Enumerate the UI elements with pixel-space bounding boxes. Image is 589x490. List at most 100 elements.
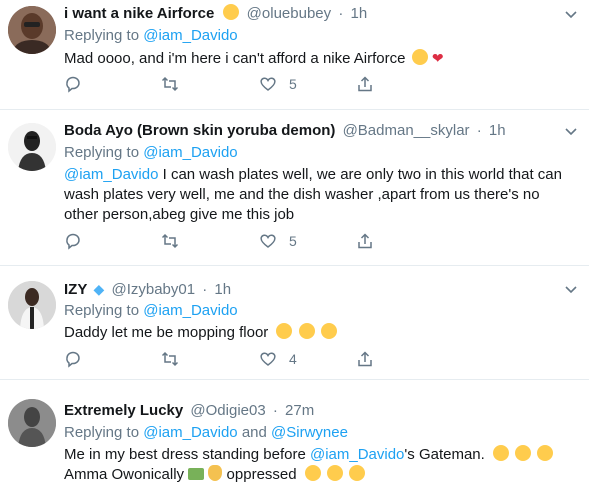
reply-icon xyxy=(66,351,80,368)
mention-link[interactable]: @iam_Davido xyxy=(143,144,237,161)
tweet[interactable]: i want a nike Airforce @oluebubey · 1h R… xyxy=(0,0,589,110)
chevron-down-icon[interactable] xyxy=(563,281,579,297)
replying-to: Replying to @iam_Davido and @Sirwynee xyxy=(64,423,579,443)
display-name[interactable]: Extremely Lucky xyxy=(64,402,183,419)
replying-prefix: Replying to xyxy=(64,424,140,441)
user-handle[interactable]: @Odigie03 xyxy=(190,402,265,419)
crying-face-emoji xyxy=(349,465,366,481)
timestamp[interactable]: 1h xyxy=(489,122,506,139)
mention-link[interactable]: @iam_Davido xyxy=(143,27,237,44)
timestamp[interactable]: 1h xyxy=(350,5,367,22)
like-count: 5 xyxy=(289,233,297,249)
retweet-icon xyxy=(161,351,179,367)
reply-button[interactable] xyxy=(64,74,82,94)
tweet[interactable]: IZY ◆ @Izybaby01 · 1h Replying to @iam_D… xyxy=(0,267,589,380)
like-button[interactable]: 4 xyxy=(259,349,297,369)
retweet-button[interactable] xyxy=(161,349,179,369)
smiling-face-emoji xyxy=(515,445,532,461)
heart-icon xyxy=(260,77,276,91)
crying-face-emoji xyxy=(320,323,337,339)
tweet-body: Amma Owonically xyxy=(64,466,185,483)
tweet-body: 's Gateman. xyxy=(404,446,485,463)
tweet-body: Me in my best dress standing before xyxy=(64,446,310,463)
reply-button[interactable] xyxy=(64,231,82,251)
tweet[interactable]: Boda Ayo (Brown skin yoruba demon) @Badm… xyxy=(0,111,589,266)
tweet-body: Daddy let me be mopping floor xyxy=(64,324,269,341)
chevron-down-icon[interactable] xyxy=(563,6,579,22)
tweet-text: Daddy let me be mopping floor xyxy=(64,323,579,343)
user-handle[interactable]: @oluebubey xyxy=(247,5,331,22)
mention-link[interactable]: @iam_Davido xyxy=(143,302,237,319)
share-icon xyxy=(358,233,372,249)
timestamp[interactable]: 27m xyxy=(285,402,314,419)
retweet-button[interactable] xyxy=(161,74,179,94)
tweet-header: Boda Ayo (Brown skin yoruba demon) @Badm… xyxy=(64,121,579,141)
avatar[interactable] xyxy=(8,123,56,171)
confounded-face-emoji xyxy=(304,465,321,481)
replying-to: Replying to @iam_Davido xyxy=(64,301,579,321)
reply-button[interactable] xyxy=(64,349,82,369)
display-name[interactable]: i want a nike Airforce xyxy=(64,5,214,22)
like-count: 4 xyxy=(289,351,297,367)
laughing-face-emoji xyxy=(537,445,554,461)
avatar[interactable] xyxy=(8,6,56,54)
timestamp[interactable]: 1h xyxy=(214,281,231,298)
like-count: 5 xyxy=(289,76,297,92)
chevron-down-icon[interactable] xyxy=(563,123,579,139)
share-button[interactable] xyxy=(356,74,374,94)
upside-down-face-emoji xyxy=(326,465,343,481)
grinning-face-emoji xyxy=(492,445,509,461)
retweet-icon xyxy=(161,76,179,92)
tweet[interactable]: Extremely Lucky @Odigie03 · 27m Replying… xyxy=(0,381,589,490)
user-handle[interactable]: @Izybaby01 xyxy=(111,281,195,298)
reply-icon xyxy=(66,233,80,250)
retweet-icon xyxy=(161,233,179,249)
avatar[interactable] xyxy=(8,281,56,329)
share-button[interactable] xyxy=(356,231,374,251)
money-bag-icon xyxy=(208,465,223,481)
replying-to: Replying to @iam_Davido xyxy=(64,143,579,163)
tweet-header: i want a nike Airforce @oluebubey · 1h xyxy=(64,4,579,24)
replying-prefix: Replying to xyxy=(64,27,140,44)
replying-prefix: Replying to xyxy=(64,144,140,161)
crying-face-emoji xyxy=(298,323,315,339)
user-handle[interactable]: @Badman__skylar xyxy=(343,122,470,139)
like-button[interactable]: 5 xyxy=(259,74,297,94)
heart-icon xyxy=(260,352,276,366)
separator: · xyxy=(338,5,344,22)
reply-feed: i want a nike Airforce @oluebubey · 1h R… xyxy=(0,0,589,490)
tweet-body: oppressed xyxy=(222,466,297,483)
display-name[interactable]: Boda Ayo (Brown skin yoruba demon) xyxy=(64,122,335,139)
mention-link[interactable]: @iam_Davido xyxy=(310,446,404,463)
separator: · xyxy=(202,281,208,298)
mention-link[interactable]: @iam_Davido xyxy=(64,166,158,183)
separator: · xyxy=(476,122,482,139)
tweet-text: Mad oooo, and i'm here i can't afford a … xyxy=(64,48,579,69)
separator: · xyxy=(272,402,278,419)
tweet-text: @iam_Davido I can wash plates well, we a… xyxy=(64,165,564,225)
mention-link[interactable]: @iam_Davido xyxy=(143,424,237,441)
share-button[interactable] xyxy=(356,349,374,369)
sad-face-emoji xyxy=(411,49,428,65)
crying-face-emoji xyxy=(276,323,293,339)
replying-prefix: Replying to xyxy=(64,302,140,319)
avatar[interactable] xyxy=(8,399,56,447)
like-button[interactable]: 5 xyxy=(259,231,297,251)
tweet-header: IZY ◆ @Izybaby01 · 1h xyxy=(64,279,579,299)
sad-face-emoji xyxy=(222,4,239,20)
replying-and: and xyxy=(241,424,267,441)
replying-to: Replying to @iam_Davido xyxy=(64,26,579,46)
mention-link[interactable]: @Sirwynee xyxy=(271,424,348,441)
tweet-body: Mad oooo, and i'm here i can't afford a … xyxy=(64,50,406,67)
tweet-text: Me in my best dress standing before @iam… xyxy=(64,445,579,485)
retweet-button[interactable] xyxy=(161,231,179,251)
display-name[interactable]: IZY xyxy=(64,281,87,298)
tweet-header: Extremely Lucky @Odigie03 · 27m xyxy=(64,401,579,421)
diamond-icon: ◆ xyxy=(93,281,105,297)
money-with-wings-icon xyxy=(188,468,205,480)
heart-icon xyxy=(260,234,276,248)
share-icon xyxy=(358,76,372,92)
share-icon xyxy=(358,351,372,367)
reply-icon xyxy=(66,76,80,93)
broken-heart-icon: ❤ xyxy=(431,50,444,66)
